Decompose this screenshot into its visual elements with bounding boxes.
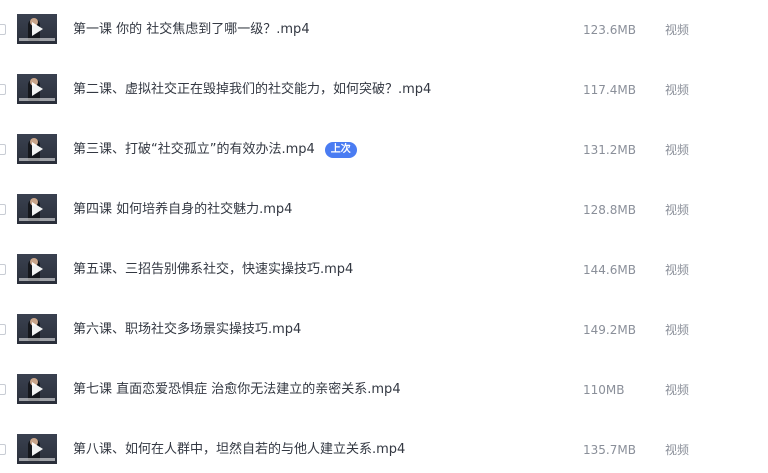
play-icon [32, 202, 43, 216]
thumbnail-caption [19, 458, 55, 461]
file-size: 135.7MB [583, 443, 636, 457]
thumbnail-caption [19, 338, 55, 341]
last-played-badge: 上次 [324, 142, 357, 158]
file-type: 视频 [665, 203, 690, 217]
file-size: 131.2MB [583, 143, 636, 157]
row-checkbox[interactable] [0, 144, 6, 155]
play-icon [32, 142, 43, 156]
file-size: 128.8MB [583, 203, 636, 217]
file-name[interactable]: 第一课 你的 社交焦虑到了哪一级？.mp4 [73, 20, 310, 40]
file-row[interactable]: 第八课、如何在人群中，坦然自若的与他人建立关系.mp4 135.7MB 视频 [0, 420, 768, 473]
file-row[interactable]: 第三课、打破“社交孤立”的有效办法.mp4 上次 131.2MB 视频 [0, 120, 768, 180]
file-size: 149.2MB [583, 323, 636, 337]
video-thumbnail[interactable] [17, 134, 57, 164]
file-name-text[interactable]: 第八课、如何在人群中，坦然自若的与他人建立关系.mp4 [73, 442, 405, 457]
file-name[interactable]: 第七课 直面恋爱恐惧症 治愈你无法建立的亲密关系.mp4 [73, 380, 401, 400]
file-name-text[interactable]: 第五课、三招告别佛系社交，快速实操技巧.mp4 [73, 262, 353, 277]
thumbnail-caption [19, 158, 55, 161]
file-name-text[interactable]: 第七课 直面恋爱恐惧症 治愈你无法建立的亲密关系.mp4 [73, 382, 401, 397]
file-list: 第一课 你的 社交焦虑到了哪一级？.mp4 123.6MB 视频 第二课、虚拟社… [0, 0, 768, 473]
play-icon [32, 442, 43, 456]
file-name[interactable]: 第四课 如何培养自身的社交魅力.mp4 [73, 200, 292, 220]
file-name[interactable]: 第五课、三招告别佛系社交，快速实操技巧.mp4 [73, 260, 353, 280]
file-row[interactable]: 第六课、职场社交多场景实操技巧.mp4 149.2MB 视频 [0, 300, 768, 360]
file-name[interactable]: 第三课、打破“社交孤立”的有效办法.mp4 上次 [73, 140, 357, 160]
file-type: 视频 [665, 23, 690, 37]
play-icon [32, 22, 43, 36]
play-icon [32, 382, 43, 396]
file-type: 视频 [665, 83, 690, 97]
row-checkbox[interactable] [0, 444, 6, 455]
file-name-text[interactable]: 第一课 你的 社交焦虑到了哪一级？.mp4 [73, 22, 310, 37]
file-name[interactable]: 第二课、虚拟社交正在毁掉我们的社交能力，如何突破？.mp4 [73, 80, 431, 100]
thumbnail-caption [19, 278, 55, 281]
file-size: 110MB [583, 383, 625, 397]
file-name-text[interactable]: 第六课、职场社交多场景实操技巧.mp4 [73, 322, 301, 337]
file-row[interactable]: 第五课、三招告别佛系社交，快速实操技巧.mp4 144.6MB 视频 [0, 240, 768, 300]
file-name[interactable]: 第六课、职场社交多场景实操技巧.mp4 [73, 320, 301, 340]
thumbnail-caption [19, 38, 55, 41]
file-row[interactable]: 第七课 直面恋爱恐惧症 治愈你无法建立的亲密关系.mp4 110MB 视频 [0, 360, 768, 420]
thumbnail-caption [19, 398, 55, 401]
file-name-text[interactable]: 第三课、打破“社交孤立”的有效办法.mp4 [73, 142, 315, 157]
file-name-text[interactable]: 第二课、虚拟社交正在毁掉我们的社交能力，如何突破？.mp4 [73, 82, 431, 97]
file-type: 视频 [665, 143, 690, 157]
file-size: 117.4MB [583, 83, 636, 97]
file-row[interactable]: 第四课 如何培养自身的社交魅力.mp4 128.8MB 视频 [0, 180, 768, 240]
file-name[interactable]: 第八课、如何在人群中，坦然自若的与他人建立关系.mp4 [73, 440, 405, 460]
video-thumbnail[interactable] [17, 434, 57, 464]
video-thumbnail[interactable] [17, 374, 57, 404]
play-icon [32, 322, 43, 336]
video-thumbnail[interactable] [17, 314, 57, 344]
row-checkbox[interactable] [0, 384, 6, 395]
file-name-text[interactable]: 第四课 如何培养自身的社交魅力.mp4 [73, 202, 292, 217]
file-type: 视频 [665, 323, 690, 337]
row-checkbox[interactable] [0, 24, 6, 35]
file-size: 123.6MB [583, 23, 636, 37]
row-checkbox[interactable] [0, 84, 6, 95]
file-type: 视频 [665, 263, 690, 277]
thumbnail-caption [19, 218, 55, 221]
file-type: 视频 [665, 383, 690, 397]
video-thumbnail[interactable] [17, 74, 57, 104]
row-checkbox[interactable] [0, 264, 6, 275]
file-row[interactable]: 第二课、虚拟社交正在毁掉我们的社交能力，如何突破？.mp4 117.4MB 视频 [0, 60, 768, 120]
video-thumbnail[interactable] [17, 194, 57, 224]
row-checkbox[interactable] [0, 324, 6, 335]
thumbnail-caption [19, 98, 55, 101]
file-type: 视频 [665, 443, 690, 457]
file-row[interactable]: 第一课 你的 社交焦虑到了哪一级？.mp4 123.6MB 视频 [0, 0, 768, 60]
video-thumbnail[interactable] [17, 14, 57, 44]
file-size: 144.6MB [583, 263, 636, 277]
play-icon [32, 262, 43, 276]
video-thumbnail[interactable] [17, 254, 57, 284]
play-icon [32, 82, 43, 96]
row-checkbox[interactable] [0, 204, 6, 215]
